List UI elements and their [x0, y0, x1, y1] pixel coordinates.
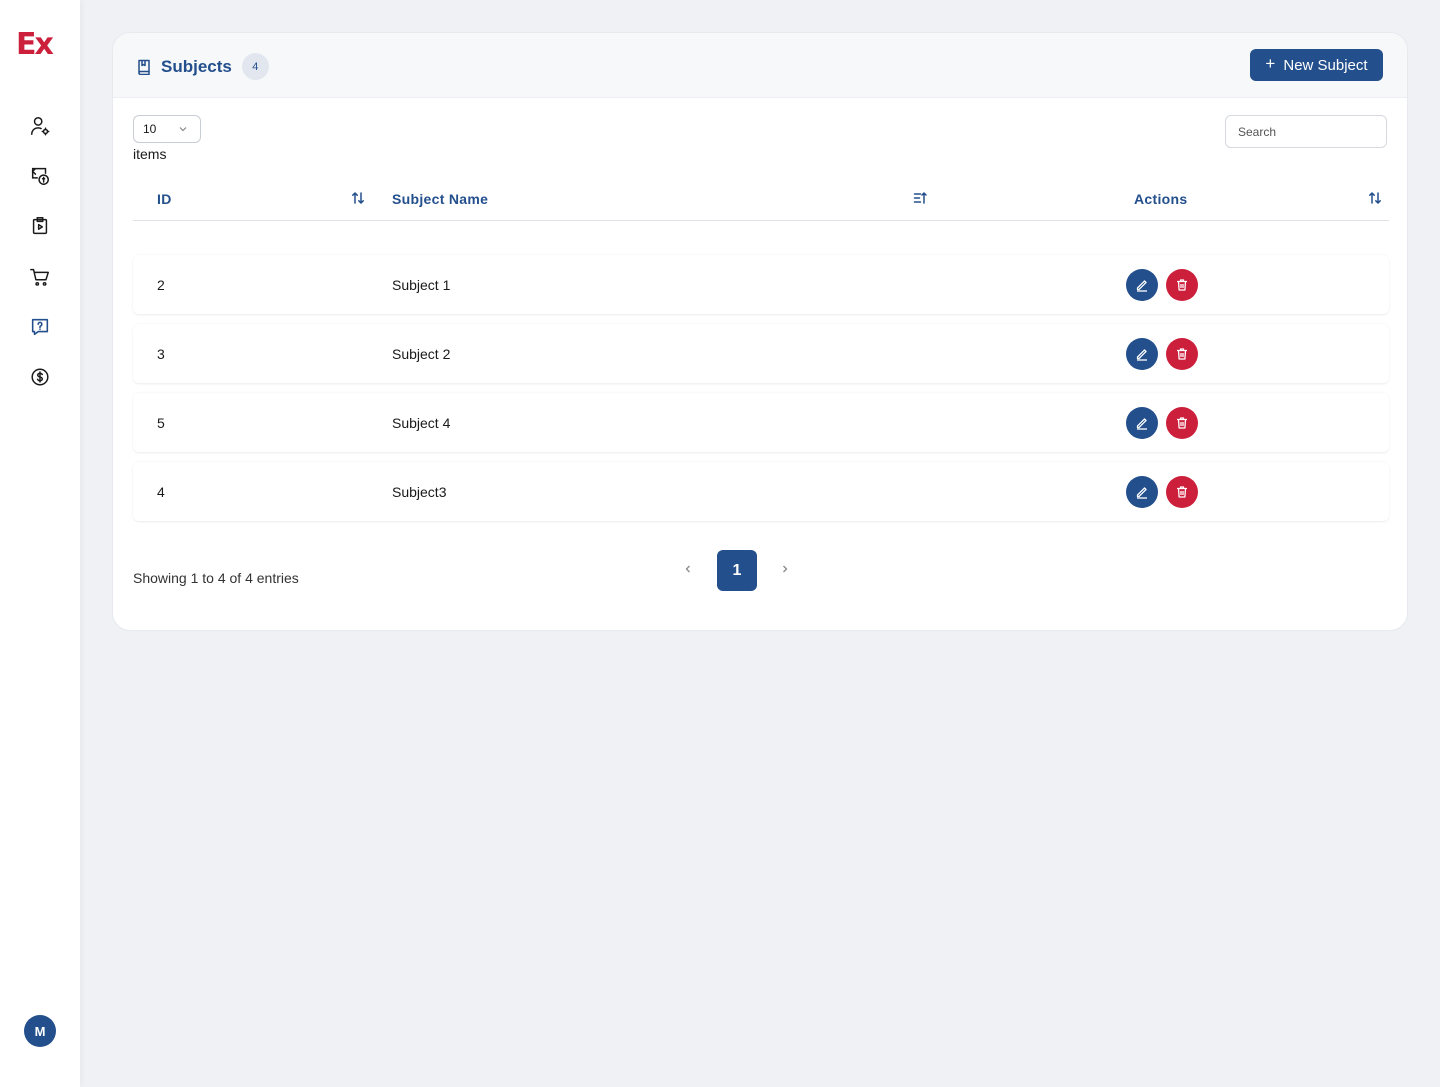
previous-page-button[interactable]	[678, 557, 698, 581]
row-subject-name: Subject 4	[392, 414, 451, 431]
sort-asc-icon[interactable]	[913, 191, 927, 205]
user-gear-icon[interactable]	[28, 114, 52, 138]
row-id: 2	[157, 276, 165, 293]
chevron-left-icon	[685, 565, 690, 573]
plus-icon: +	[1265, 54, 1276, 73]
page-title: Subjects	[161, 56, 232, 76]
delete-button[interactable]	[1166, 476, 1198, 508]
table-header: ID Subject Name Actions	[133, 181, 1389, 221]
row-id: 3	[157, 345, 165, 362]
trash-icon	[1177, 348, 1187, 360]
row-id: 5	[157, 414, 165, 431]
pencil-icon	[1136, 418, 1147, 430]
trash-icon	[1177, 279, 1187, 291]
dollar-circle-icon[interactable]	[28, 365, 52, 389]
row-subject-name: Subject 1	[392, 276, 451, 293]
question-chat-icon[interactable]	[28, 315, 52, 339]
row-id: 4	[157, 483, 165, 500]
clipboard-play-icon[interactable]	[28, 214, 52, 238]
card-header: Subjects 4 + New Subject	[113, 33, 1407, 98]
table-row: 2 Subject 1	[133, 255, 1389, 314]
card-title: Subjects 4	[137, 53, 269, 80]
table-row: 3 Subject 2	[133, 324, 1389, 383]
column-header-actions[interactable]: Actions	[1134, 181, 1187, 217]
table-row: 4 Subject3	[133, 462, 1389, 521]
search-input[interactable]	[1225, 115, 1387, 148]
count-badge: 4	[241, 53, 269, 80]
pencil-icon	[1136, 280, 1147, 292]
entries-summary: Showing 1 to 4 of 4 entries	[133, 570, 299, 586]
money-transfer-icon[interactable]	[28, 164, 52, 188]
pencil-icon	[1136, 349, 1147, 361]
table-row: 5 Subject 4	[133, 393, 1389, 452]
edit-button[interactable]	[1126, 407, 1158, 439]
column-header-subject-name[interactable]: Subject Name	[392, 181, 488, 217]
sort-icon[interactable]	[1368, 191, 1382, 205]
edit-button[interactable]	[1126, 476, 1158, 508]
trash-icon	[1177, 417, 1187, 429]
page-size-select[interactable]: 10	[133, 115, 201, 143]
edit-button[interactable]	[1126, 338, 1158, 370]
subjects-card: Subjects 4 + New Subject 10 items ID Sub…	[112, 32, 1408, 631]
row-subject-name: Subject 2	[392, 345, 451, 362]
brand-logo[interactable]: Ex	[16, 30, 54, 60]
trash-icon	[1177, 486, 1187, 498]
cart-icon[interactable]	[28, 265, 52, 289]
sort-icon[interactable]	[351, 191, 365, 205]
delete-button[interactable]	[1166, 407, 1198, 439]
delete-button[interactable]	[1166, 269, 1198, 301]
row-subject-name: Subject3	[392, 483, 447, 500]
column-header-id[interactable]: ID	[157, 181, 172, 217]
edit-button[interactable]	[1126, 269, 1158, 301]
chevron-down-icon	[179, 127, 187, 132]
user-avatar[interactable]: M	[24, 1015, 56, 1047]
chevron-right-icon	[783, 565, 788, 573]
book-icon	[137, 59, 151, 75]
page-number-button[interactable]: 1	[717, 550, 757, 591]
sidebar: Ex M	[0, 0, 80, 1087]
items-label: items	[133, 146, 167, 162]
pencil-icon	[1136, 487, 1147, 499]
delete-button[interactable]	[1166, 338, 1198, 370]
next-page-button[interactable]	[775, 557, 795, 581]
new-subject-label: New Subject	[1283, 56, 1368, 74]
new-subject-button[interactable]: + New Subject	[1250, 49, 1383, 81]
page-size-value: 10	[143, 122, 157, 136]
